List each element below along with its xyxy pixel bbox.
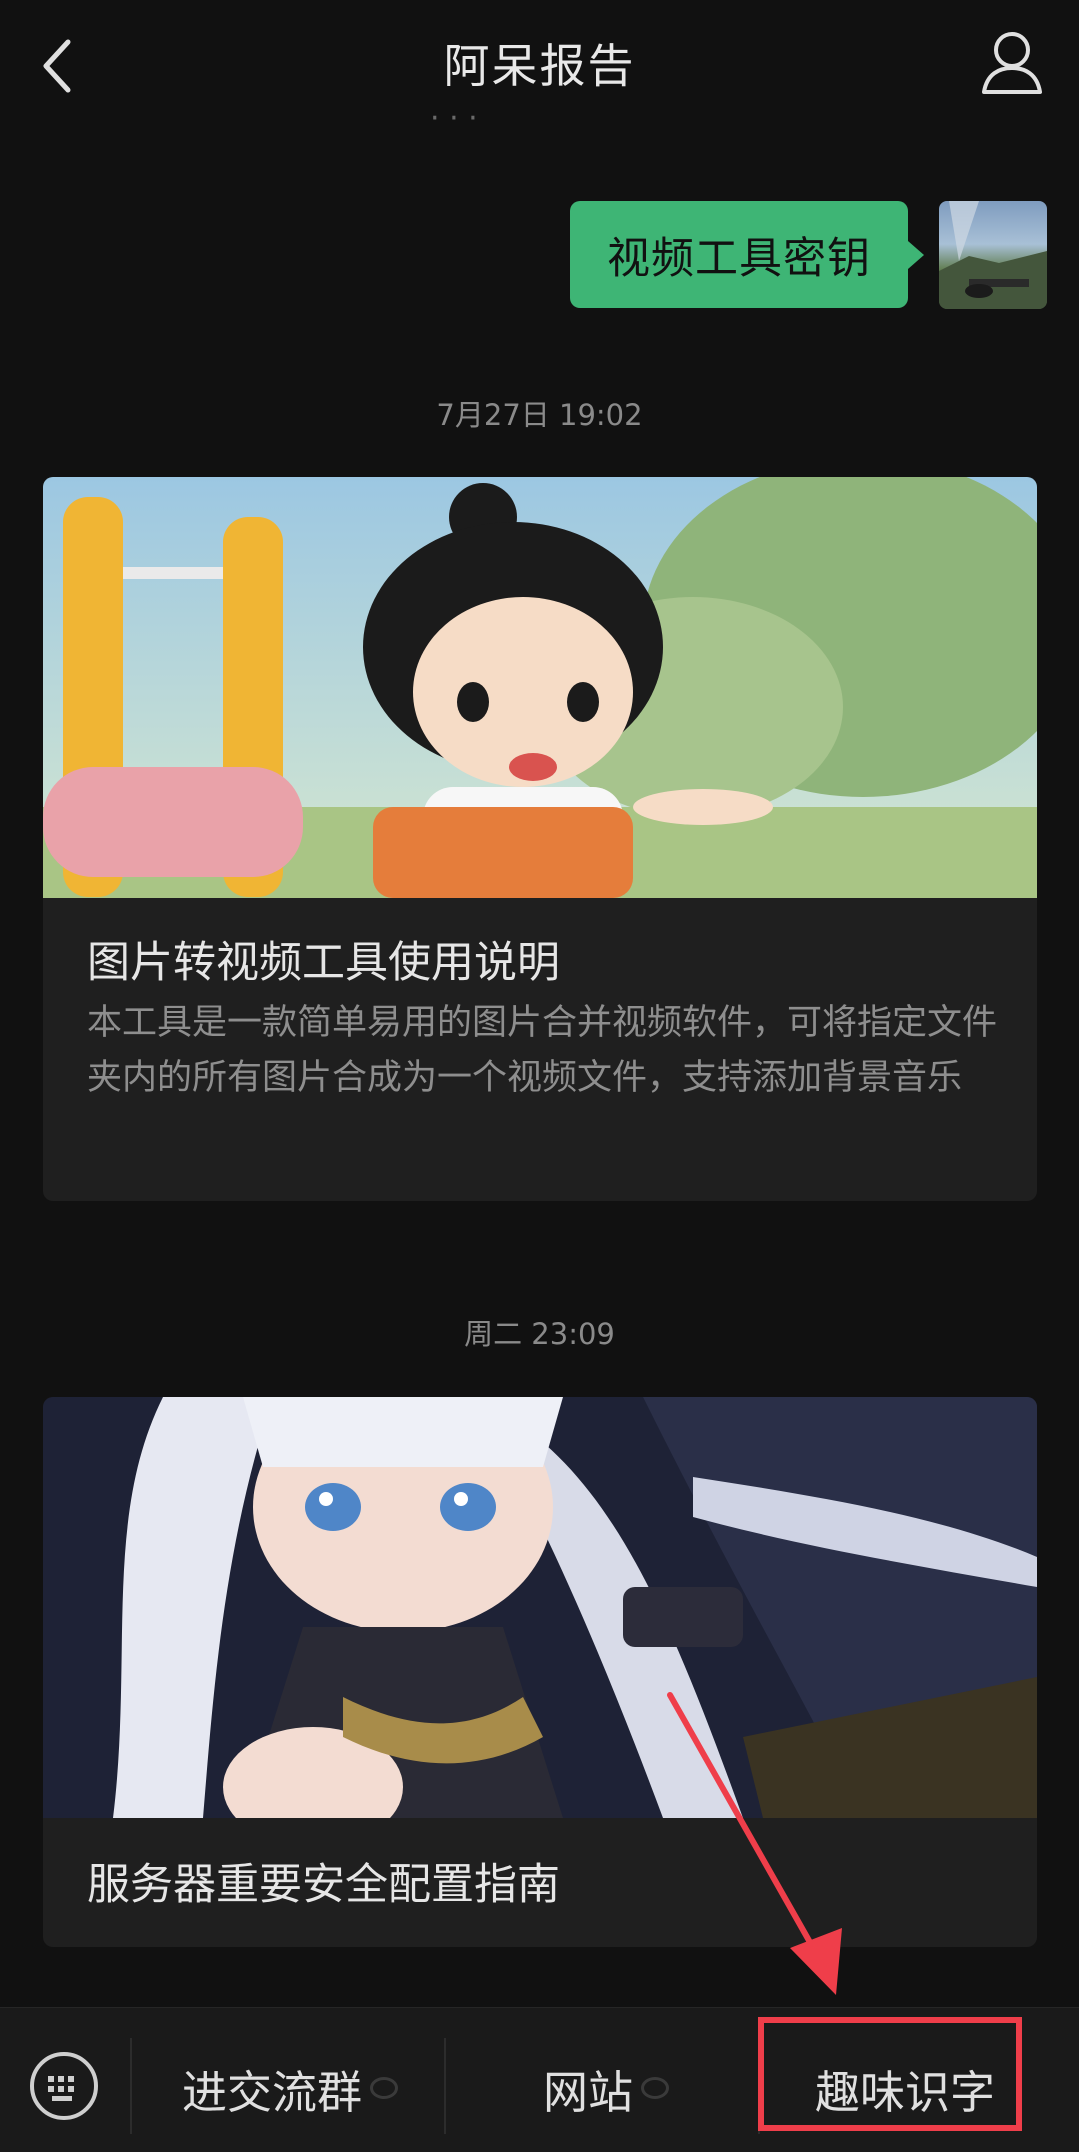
user-avatar[interactable] [939, 201, 1047, 309]
menu-dot-icon [641, 2077, 669, 2099]
message-bubble[interactable]: 视频工具密钥 [570, 201, 924, 308]
message-text: 视频工具密钥 [607, 233, 871, 284]
page-title: 阿呆报告 [443, 39, 636, 93]
timestamp: 7月27日 19:02 [436, 398, 643, 432]
article-title: 图片转视频工具使用说明 [87, 938, 560, 988]
menu-item-fun-literacy[interactable]: 趣味识字 [770, 2048, 1040, 2128]
article-title: 服务器重要安全配置指南 [87, 1860, 560, 1910]
avatar-photo [939, 201, 1047, 309]
menu-item-join-group[interactable]: 进交流群 [140, 2048, 440, 2128]
timestamp: 周二 23:09 [464, 1317, 615, 1351]
menu-item-label: 趣味识字 [814, 2065, 995, 2119]
keyboard-toggle-button[interactable] [30, 2052, 98, 2120]
menu-divider [444, 2038, 446, 2134]
article-description: 本工具是一款简单易用的图片合并视频软件，可将指定文件夹内的所有图片合成为一个视频… [87, 1003, 998, 1098]
person-icon [982, 32, 1042, 94]
menu-item-website[interactable]: 网站 [456, 2048, 756, 2128]
menu-divider [130, 2038, 132, 2134]
menu-dot-icon [370, 2077, 398, 2099]
keyboard-icon [48, 2076, 74, 2101]
menu-item-label: 网站 [542, 2065, 633, 2119]
clipped-timestamp: · · · [430, 108, 478, 130]
profile-button[interactable] [979, 26, 1045, 100]
bottom-menu-bar: 进交流群 网站 趣味识字 [0, 2007, 1079, 2152]
article-cover-image [43, 1397, 1037, 1818]
article-card[interactable]: 服务器重要安全配置指南 [43, 1397, 1037, 1947]
menu-divider [758, 2038, 760, 2134]
menu-item-label: 进交流群 [181, 2065, 362, 2119]
article-cover-image [43, 477, 1037, 898]
article-card[interactable]: 图片转视频工具使用说明 本工具是一款简单易用的图片合并视频软件，可将指定文件夹内… [43, 477, 1037, 1201]
